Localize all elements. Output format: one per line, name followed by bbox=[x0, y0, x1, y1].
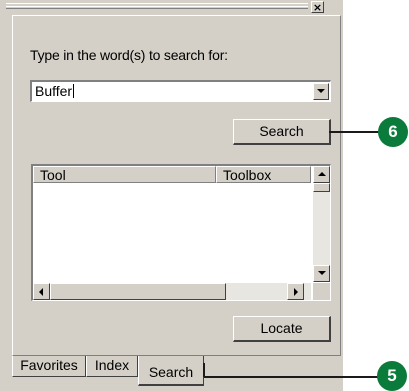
scrollbar-corner bbox=[313, 283, 330, 300]
title-grip[interactable] bbox=[6, 3, 308, 9]
arrow-up-icon bbox=[318, 172, 326, 176]
search-input[interactable]: Buffer bbox=[30, 80, 331, 102]
scroll-down-button[interactable] bbox=[313, 265, 330, 282]
callout-badge-5: 5 bbox=[377, 361, 407, 391]
scroll-left-button[interactable] bbox=[33, 283, 50, 300]
text-caret bbox=[73, 84, 75, 98]
tab-index[interactable]: Index bbox=[86, 356, 138, 377]
vertical-scrollbar[interactable] bbox=[313, 166, 330, 282]
search-query-text: Buffer bbox=[35, 83, 75, 99]
horizontal-scroll-thumb[interactable] bbox=[50, 283, 226, 300]
callout-badge-6: 6 bbox=[378, 117, 408, 147]
tab-bar: Favorites Index Search bbox=[0, 356, 343, 391]
close-button[interactable]: × bbox=[311, 1, 324, 13]
vertical-scroll-thumb[interactable] bbox=[313, 183, 330, 192]
callout-leader-tick bbox=[203, 363, 205, 377]
chevron-down-icon bbox=[317, 89, 325, 93]
search-query-value: Buffer bbox=[35, 83, 73, 99]
callout-leader-line bbox=[204, 376, 380, 378]
column-header-tool[interactable]: Tool bbox=[33, 166, 216, 183]
horizontal-scrollbar[interactable] bbox=[33, 283, 311, 300]
column-header-toolbox[interactable]: Toolbox bbox=[216, 166, 311, 183]
scroll-up-button[interactable] bbox=[313, 166, 330, 183]
arrow-left-icon bbox=[39, 288, 43, 296]
results-list[interactable]: Tool Toolbox bbox=[31, 164, 331, 301]
callout-leader-line bbox=[329, 131, 381, 133]
dropdown-button[interactable] bbox=[313, 83, 329, 100]
scroll-right-button[interactable] bbox=[287, 283, 304, 300]
search-button[interactable]: Search bbox=[233, 119, 331, 145]
tab-search[interactable]: Search bbox=[138, 356, 204, 386]
search-window: × Type in the word(s) to search for: Buf… bbox=[0, 0, 343, 391]
arrow-right-icon bbox=[294, 288, 298, 296]
search-prompt-label: Type in the word(s) to search for: bbox=[30, 47, 228, 63]
locate-button[interactable]: Locate bbox=[233, 316, 331, 342]
tab-favorites[interactable]: Favorites bbox=[12, 356, 86, 377]
arrow-down-icon bbox=[318, 271, 326, 275]
